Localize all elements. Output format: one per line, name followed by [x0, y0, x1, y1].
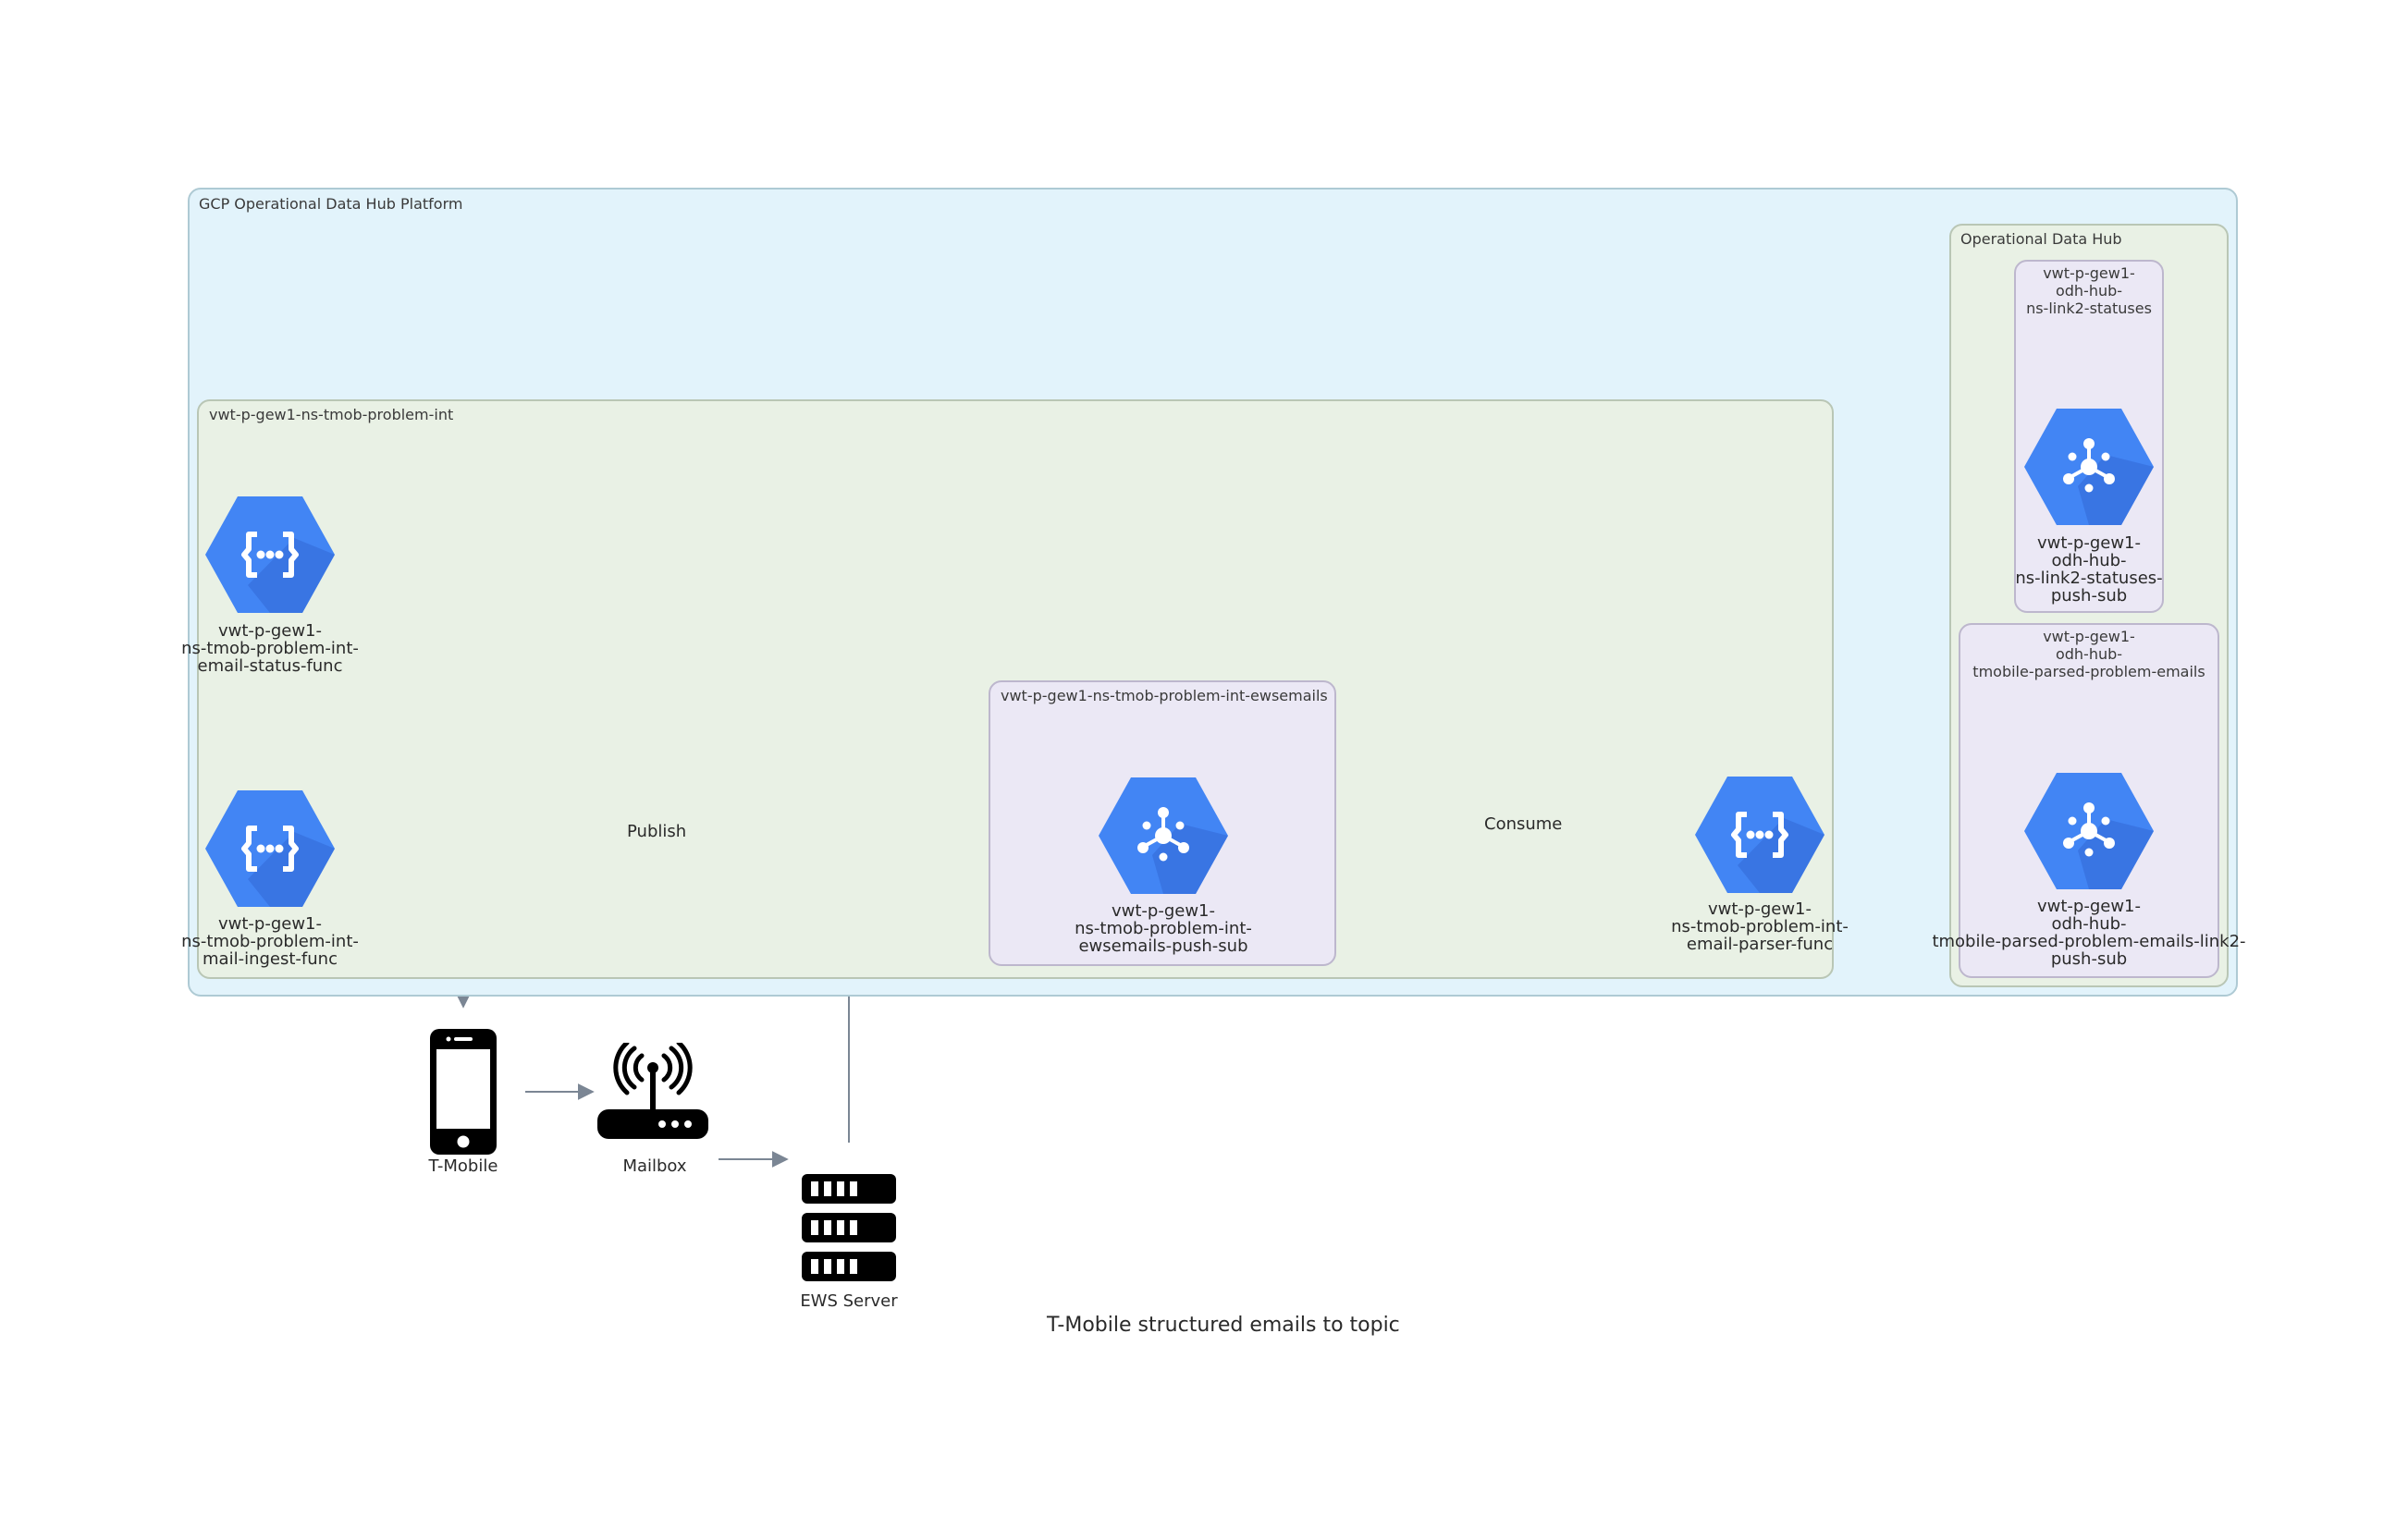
node-email-status-func[interactable] — [205, 496, 335, 613]
node-ewsemails-push-sub-label: vwt-p-gew1- ns-tmob-problem-int- ewsemai… — [1075, 901, 1252, 956]
node-tmobile[interactable] — [430, 1029, 497, 1155]
cluster-parsed-label: vwt-p-gew1- odh-hub- tmobile-parsed-prob… — [1972, 628, 2205, 680]
cloud-functions-icon — [205, 790, 335, 907]
node-mailbox-label: Mailbox — [622, 1156, 687, 1176]
server-icon — [802, 1174, 896, 1281]
node-ewsemails-push-sub[interactable] — [1099, 777, 1228, 894]
node-email-parser-func-label: vwt-p-gew1- ns-tmob-problem-int- email-p… — [1671, 899, 1849, 954]
node-statuses-push-sub-label: vwt-p-gew1- odh-hub- ns-link2-statuses- … — [2015, 533, 2163, 606]
node-statuses-push-sub[interactable] — [2024, 409, 2154, 525]
cluster-odh-label: Operational Data Hub — [1960, 230, 2122, 248]
pubsub-icon — [2024, 773, 2154, 889]
diagram-caption: T-Mobile structured emails to topic — [1047, 1314, 1400, 1337]
architecture-diagram: GCP Operational Data Hub Platform vwt-p-… — [0, 0, 2408, 1517]
node-email-status-func-label: vwt-p-gew1- ns-tmob-problem-int- email-s… — [181, 621, 359, 676]
edge-publish-label: Publish — [627, 822, 687, 841]
node-mail-ingest-func-label: vwt-p-gew1- ns-tmob-problem-int- mail-in… — [181, 914, 359, 969]
node-ews-server[interactable] — [802, 1174, 896, 1281]
node-parsed-push-sub-label: vwt-p-gew1- odh-hub- tmobile-parsed-prob… — [1932, 897, 2246, 969]
node-tmobile-label: T-Mobile — [428, 1156, 498, 1176]
node-ews-server-label: EWS Server — [800, 1291, 898, 1311]
node-email-parser-func[interactable] — [1695, 777, 1824, 893]
pubsub-icon — [2024, 409, 2154, 525]
cloud-functions-icon — [205, 496, 335, 613]
cluster-statuses-label: vwt-p-gew1- odh-hub- ns-link2-statuses — [2026, 264, 2152, 317]
node-mailbox[interactable] — [596, 1043, 710, 1141]
edge-consume-label: Consume — [1484, 814, 1563, 834]
cluster-ewsemails-label: vwt-p-gew1-ns-tmob-problem-int-ewsemails — [1001, 687, 1328, 704]
cluster-gcp-platform-label: GCP Operational Data Hub Platform — [199, 195, 463, 213]
mobile-phone-icon — [430, 1029, 497, 1155]
router-icon — [597, 1043, 708, 1139]
node-mail-ingest-func[interactable] — [205, 790, 335, 907]
node-parsed-push-sub[interactable] — [2024, 773, 2154, 889]
pubsub-icon — [1099, 777, 1228, 894]
cluster-problem-int-label: vwt-p-gew1-ns-tmob-problem-int — [209, 406, 454, 423]
cloud-functions-icon — [1695, 777, 1824, 893]
